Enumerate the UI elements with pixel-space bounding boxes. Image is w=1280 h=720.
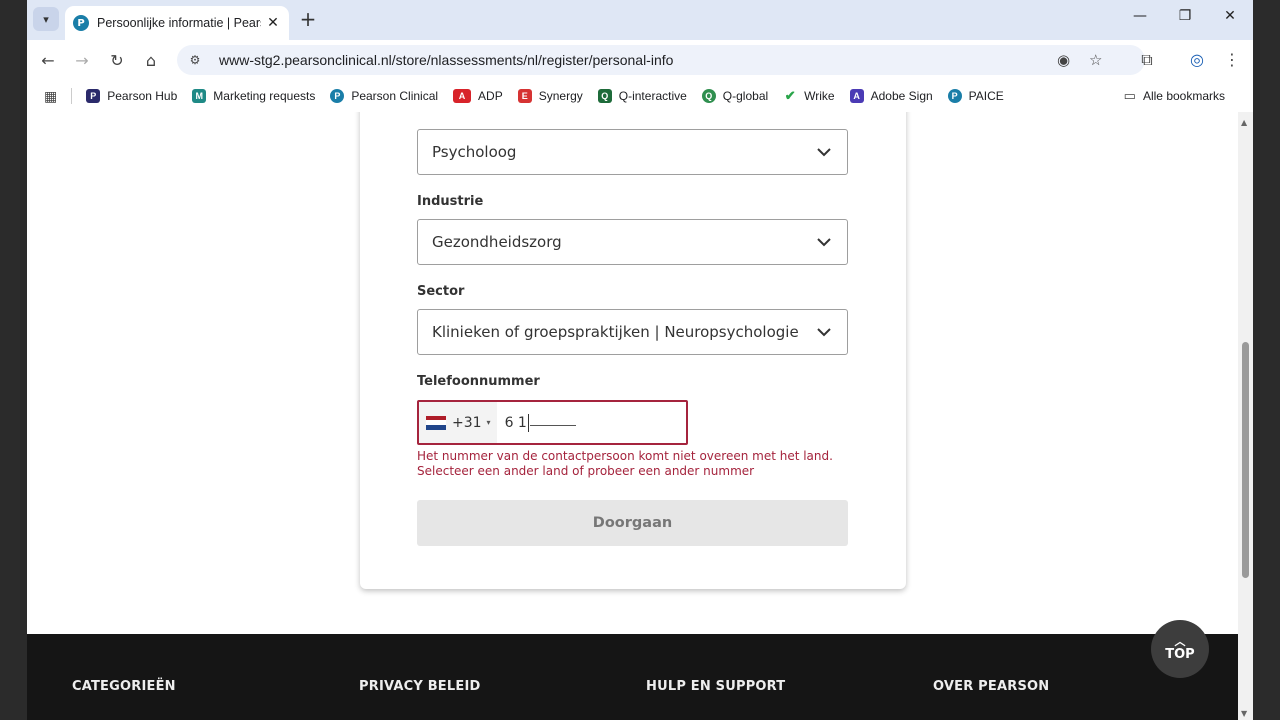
pearson-hub-icon: P (86, 89, 101, 103)
site-settings-icon[interactable]: ⚙ (185, 53, 205, 67)
minimize-icon[interactable]: — (1130, 8, 1150, 24)
extensions-icon[interactable]: ⧉ (1137, 50, 1157, 70)
bookmark-star-icon[interactable]: ☆ (1089, 45, 1102, 75)
bookmark-q-interactive[interactable]: Q Q-interactive (597, 89, 687, 103)
function-select[interactable]: Psycholoog (417, 129, 848, 175)
address-bar[interactable]: ⚙ www-stg2.pearsonclinical.nl/store/nlas… (177, 45, 1145, 75)
phone-mask-placeholder (529, 416, 576, 426)
registration-card: Psycholoog Industrie Gezondheidszorg Sec… (360, 112, 906, 589)
restore-icon[interactable]: ❐ (1175, 8, 1195, 24)
tab-title: Persoonlijke informatie | Pearson (97, 16, 261, 30)
footer-help-heading: HULP EN SUPPORT (646, 679, 786, 694)
bookmark-adobe-sign[interactable]: A Adobe Sign (849, 89, 933, 103)
adobe-sign-icon: A (849, 89, 864, 103)
bookmark-marketing-requests[interactable]: M Marketing requests (192, 89, 315, 103)
forward-icon[interactable]: → (72, 50, 92, 70)
bookmark-synergy[interactable]: E Synergy (517, 89, 583, 103)
url-text: www-stg2.pearsonclinical.nl/store/nlasse… (219, 52, 674, 68)
location-icon[interactable]: ◉ (1057, 45, 1070, 75)
bookmark-separator (71, 88, 73, 104)
folder-icon: ▭ (1123, 88, 1136, 103)
tab-active[interactable]: P Persoonlijke informatie | Pearson ✕ (65, 6, 289, 40)
scroll-down-icon[interactable]: ▼ (1241, 709, 1247, 718)
country-code-select[interactable]: +31 ▾ (419, 402, 497, 443)
text-cursor (527, 413, 529, 432)
caret-down-icon: ▾ (486, 418, 491, 427)
footer-privacy-heading: PRIVACY BELEID (359, 679, 481, 694)
bookmarks-bar: ▦ P Pearson Hub M Marketing requests P Pear… (27, 80, 1253, 112)
tab-close-icon[interactable]: ✕ (265, 15, 281, 31)
pearson-favicon-icon: P (73, 15, 89, 31)
site-footer: CATEGORIEËN PRIVACY BELEID HULP EN SUPPO… (27, 634, 1238, 720)
phone-input[interactable]: +31 ▾ 6 1 (417, 400, 688, 445)
all-bookmarks[interactable]: ▭ Alle bookmarks (1124, 88, 1225, 104)
q-global-icon: Q (701, 89, 716, 103)
chevron-down-icon (817, 148, 831, 157)
footer-about-heading: OVER PEARSON (933, 679, 1050, 694)
scroll-thumb[interactable] (1242, 342, 1249, 578)
sector-select[interactable]: Klinieken of groepspraktijken | Neuropsy… (417, 309, 848, 355)
industry-select[interactable]: Gezondheidszorg (417, 219, 848, 265)
browser-toolbar: ← → ↻ ⌂ ⚙ www-stg2.pearsonclinical.nl/st… (27, 40, 1253, 80)
reload-icon[interactable]: ↻ (107, 50, 127, 70)
page-content: Psycholoog Industrie Gezondheidszorg Sec… (27, 112, 1238, 720)
pearson-clinical-icon: P (330, 89, 345, 103)
chevron-up-icon: ︿ (1174, 634, 1186, 648)
adp-icon: A (453, 89, 472, 103)
tab-search-icon[interactable]: ▾ (33, 7, 59, 31)
chevron-down-icon (817, 328, 831, 337)
q-interactive-icon: Q (597, 89, 612, 103)
paice-icon: P (947, 89, 962, 103)
back-icon[interactable]: ← (38, 50, 58, 70)
continue-button[interactable]: Doorgaan (417, 500, 848, 546)
scroll-up-icon[interactable]: ▲ (1241, 118, 1247, 127)
back-to-top-button[interactable]: ︿ TOP (1151, 620, 1209, 678)
home-icon[interactable]: ⌂ (141, 50, 161, 70)
window-close-icon[interactable]: ✕ (1220, 8, 1240, 24)
netherlands-flag-icon (426, 415, 446, 430)
page-scrollbar[interactable]: ▲ ▼ (1238, 112, 1253, 720)
wrike-icon: ✔ (783, 88, 798, 103)
menu-icon[interactable]: ⋮ (1222, 50, 1242, 69)
tab-strip: ▾ P Persoonlijke informatie | Pearson ✕ … (27, 0, 1253, 40)
phone-label: Telefoonnummer (417, 374, 540, 389)
marketing-icon: M (192, 89, 207, 103)
footer-categories-heading: CATEGORIEËN (72, 679, 176, 694)
bookmark-wrike[interactable]: ✔ Wrike (783, 88, 835, 103)
bookmark-q-global[interactable]: Q Q-global (701, 89, 768, 103)
bookmark-paice[interactable]: P PAICE (947, 89, 1004, 103)
phone-error-message: Het nummer van de contactpersoon komt ni… (417, 449, 833, 478)
phone-number-value[interactable]: 6 1 (505, 415, 527, 431)
apps-grid-icon[interactable]: ▦ (44, 88, 57, 105)
bookmark-adp[interactable]: A ADP (453, 89, 503, 103)
country-code: +31 (452, 414, 482, 431)
profile-icon[interactable]: ◎ (1187, 50, 1207, 69)
industry-label: Industrie (417, 194, 484, 209)
bookmark-pearson-hub[interactable]: P Pearson Hub (86, 89, 177, 103)
browser-window: ▾ P Persoonlijke informatie | Pearson ✕ … (27, 0, 1253, 720)
chevron-down-icon (817, 238, 831, 247)
bookmark-pearson-clinical[interactable]: P Pearson Clinical (330, 89, 438, 103)
sector-label: Sector (417, 284, 465, 299)
synergy-icon: E (517, 89, 532, 103)
new-tab-icon[interactable]: + (297, 7, 319, 31)
